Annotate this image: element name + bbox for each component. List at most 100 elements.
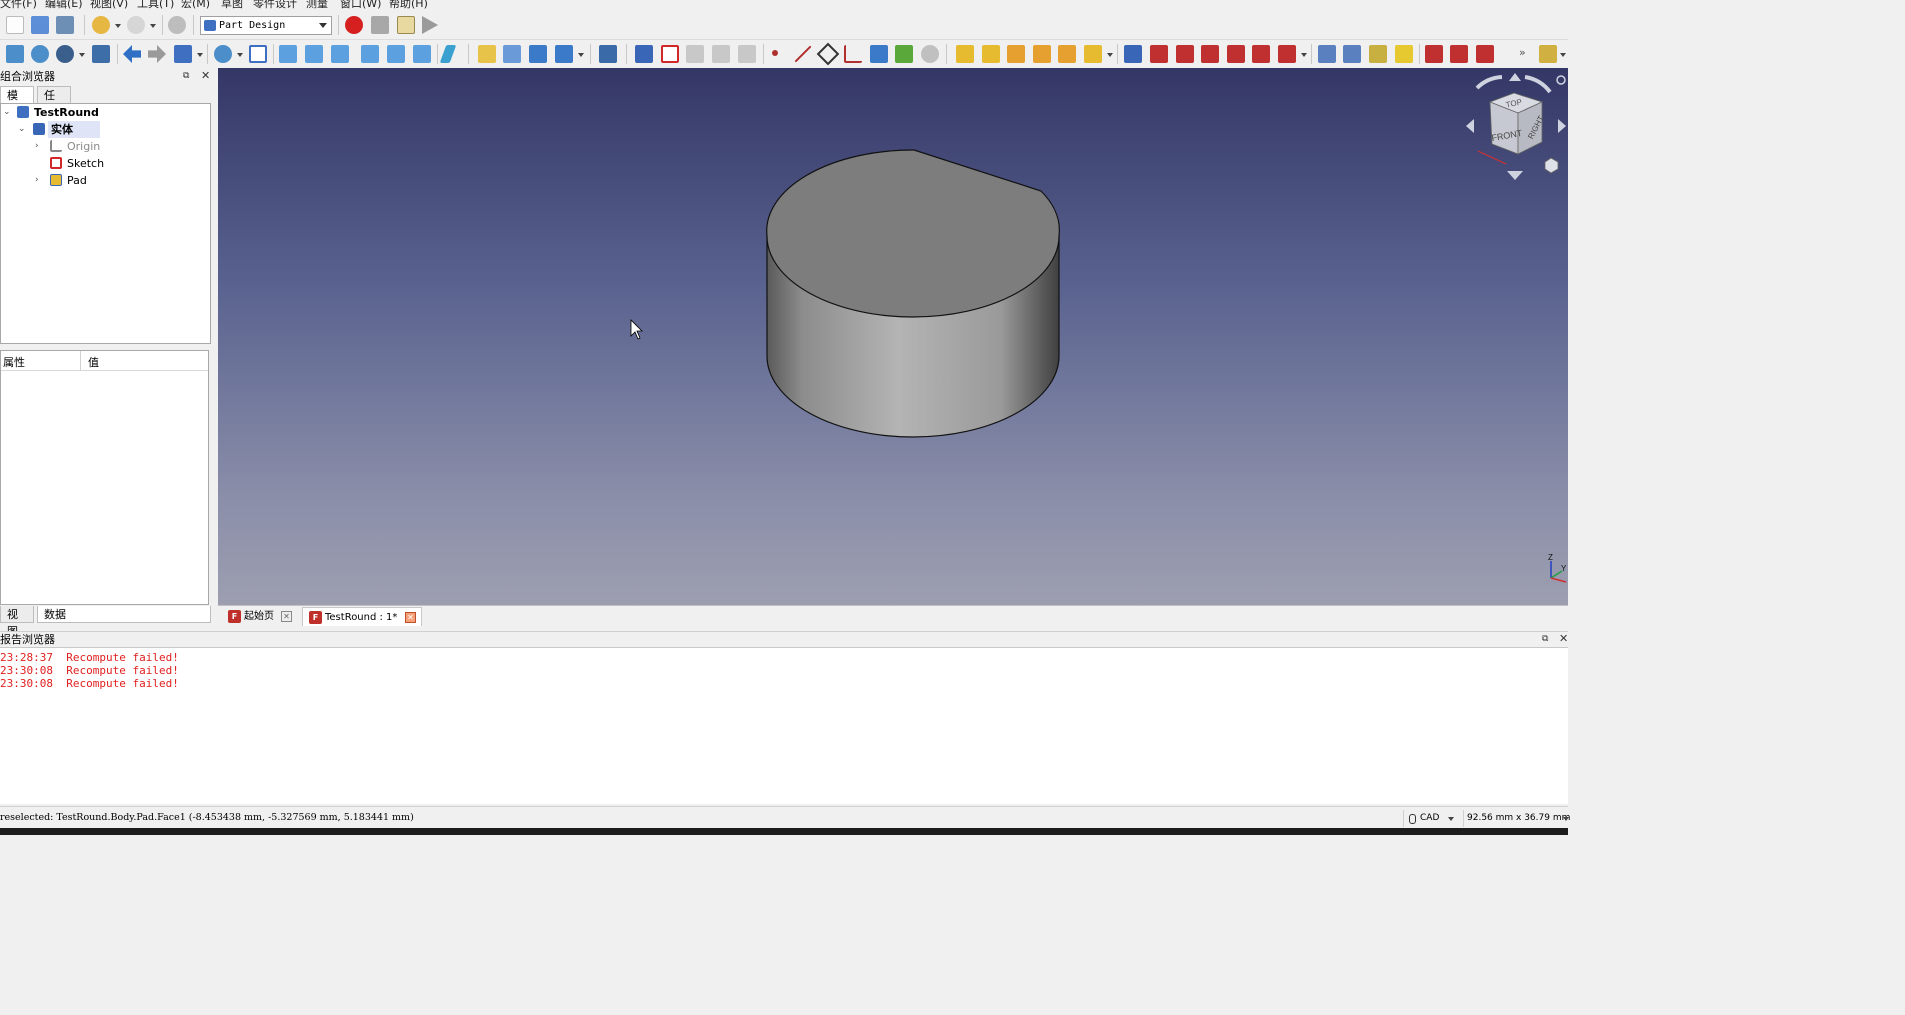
zoom-dropdown-icon[interactable] [237, 53, 243, 57]
isometric-view-icon[interactable] [249, 45, 267, 63]
workbench-selector[interactable]: Part Design [200, 16, 332, 35]
subtractive-helix-icon[interactable] [1252, 45, 1270, 63]
datum-plane-icon[interactable] [816, 42, 840, 66]
forward-icon[interactable] [148, 45, 166, 63]
revolution-icon[interactable] [982, 45, 1000, 63]
bottom-view-icon[interactable] [387, 45, 405, 63]
subtractive-loft-icon[interactable] [1201, 45, 1219, 63]
navigation-cube[interactable]: TOP FRONT RIGHT [1466, 73, 1566, 180]
tab-tasks[interactable]: 任务 [37, 86, 71, 119]
tab-view[interactable]: 视图 [0, 606, 34, 638]
subtractive-dropdown-icon[interactable] [1301, 53, 1307, 57]
link-actions-icon[interactable] [555, 45, 573, 63]
stop-macro-icon[interactable] [371, 16, 389, 34]
subtractive-primitive-icon[interactable] [1278, 45, 1296, 63]
shape-binder-icon[interactable] [712, 45, 730, 63]
sub-shape-binder-icon[interactable] [870, 45, 888, 63]
chevron-down-icon[interactable]: ⌄ [18, 125, 26, 134]
bounding-box-icon[interactable] [92, 45, 110, 63]
edit-macro-icon[interactable] [397, 16, 415, 34]
new-document-icon[interactable] [6, 16, 24, 34]
redo-dropdown-icon[interactable] [150, 24, 156, 28]
validate-sketch-icon[interactable] [686, 45, 704, 63]
menu-part-design[interactable]: 零件设计 [253, 0, 297, 9]
tree-item-origin[interactable]: › Origin [1, 138, 210, 155]
back-icon[interactable] [123, 45, 141, 63]
datum-point-icon[interactable] [772, 50, 778, 56]
pad-solid[interactable] [766, 149, 1060, 438]
create-body-icon[interactable] [635, 45, 653, 63]
tree-item-pad[interactable]: › Pad [1, 172, 210, 189]
menu-tools[interactable]: 工具(T) [137, 0, 174, 9]
tab-testround[interactable]: F TestRound : 1* ✕ [302, 607, 422, 626]
draft-icon[interactable] [1476, 45, 1494, 63]
sync-view-icon[interactable] [174, 45, 192, 63]
rear-view-icon[interactable] [361, 45, 379, 63]
draw-style-icon[interactable] [56, 45, 74, 63]
left-view-icon[interactable] [413, 45, 431, 63]
tab-data[interactable]: 数据 [37, 606, 211, 623]
menu-file[interactable]: 文件(F) [0, 0, 37, 9]
create-sketch-icon[interactable] [661, 45, 679, 63]
extra-dropdown-icon[interactable] [1560, 53, 1566, 57]
pocket-icon[interactable] [1124, 45, 1142, 63]
menu-macro[interactable]: 宏(M) [181, 0, 210, 9]
dimension-readout[interactable]: 92.56 mm x 36.79 mm [1463, 810, 1570, 827]
top-view-icon[interactable] [305, 45, 323, 63]
menu-window[interactable]: 窗口(W) [340, 0, 381, 9]
float-panel-icon[interactable]: ⧉ [183, 72, 192, 81]
fit-selection-icon[interactable] [31, 45, 49, 63]
zoom-icon[interactable] [214, 45, 232, 63]
menu-view[interactable]: 视图(V) [90, 0, 128, 9]
additive-dropdown-icon[interactable] [1107, 53, 1113, 57]
redo-icon[interactable] [127, 16, 145, 34]
measure-icon[interactable] [439, 45, 457, 63]
pad-icon[interactable] [956, 45, 974, 63]
run-macro-icon[interactable] [422, 16, 438, 34]
fillet-icon[interactable] [1425, 45, 1443, 63]
polar-pattern-icon[interactable] [1369, 45, 1387, 63]
link-dropdown-icon[interactable] [578, 53, 584, 57]
shape-binder-green-icon[interactable] [895, 45, 913, 63]
subtractive-pipe-icon[interactable] [1227, 45, 1245, 63]
right-view-icon[interactable] [331, 45, 349, 63]
menu-help[interactable]: 帮助(H) [389, 0, 428, 9]
sprocket-icon[interactable] [1539, 45, 1557, 63]
create-group-icon[interactable] [503, 45, 521, 63]
tree-item-sketch[interactable]: Sketch [1, 155, 210, 172]
local-cs-icon[interactable] [844, 45, 862, 63]
3d-viewport[interactable]: TOP FRONT RIGHT Z Y [218, 68, 1568, 605]
chevron-down-icon[interactable]: ⌄ [3, 108, 11, 117]
create-link-icon[interactable] [529, 45, 547, 63]
menu-measure[interactable]: 测量 [306, 0, 328, 9]
tree-item-body[interactable]: ⌄ 实体 [1, 121, 210, 138]
chevron-right-icon[interactable]: › [35, 176, 43, 185]
draw-style-dropdown-icon[interactable] [79, 53, 85, 57]
whats-this-icon[interactable] [599, 45, 617, 63]
datum-line-icon[interactable] [794, 45, 812, 63]
close-tab-icon[interactable]: ✕ [405, 612, 416, 623]
clone-icon[interactable] [738, 45, 756, 63]
open-document-icon[interactable] [31, 16, 49, 34]
float-panel-icon[interactable]: ⧉ [1542, 635, 1551, 644]
multi-transform-icon[interactable] [1395, 45, 1413, 63]
mirrored-icon[interactable] [1318, 45, 1336, 63]
additive-primitive-icon[interactable] [1084, 45, 1102, 63]
tab-model[interactable]: 模型 [0, 86, 34, 119]
navigation-style-selector[interactable]: CAD [1403, 810, 1457, 827]
report-view[interactable]: 23:28:37 Recompute failed! 23:30:08 Reco… [0, 647, 1568, 804]
close-panel-icon[interactable]: ✕ [1559, 633, 1568, 644]
chamfer-icon[interactable] [1450, 45, 1468, 63]
record-macro-icon[interactable] [345, 16, 363, 34]
additive-helix-icon[interactable] [1058, 45, 1076, 63]
chevron-right-icon[interactable]: › [35, 142, 43, 151]
fit-all-icon[interactable] [6, 45, 24, 63]
menu-edit[interactable]: 编辑(E) [45, 0, 83, 9]
additive-pipe-icon[interactable] [1033, 45, 1051, 63]
close-tab-icon[interactable]: ✕ [281, 611, 292, 622]
save-icon[interactable] [56, 16, 74, 34]
clone-sheep-icon[interactable] [921, 45, 939, 63]
toolbar-overflow-icon[interactable]: » [1519, 46, 1526, 59]
groove-icon[interactable] [1176, 45, 1194, 63]
tab-start-page[interactable]: F 起始页 ✕ [222, 607, 296, 626]
